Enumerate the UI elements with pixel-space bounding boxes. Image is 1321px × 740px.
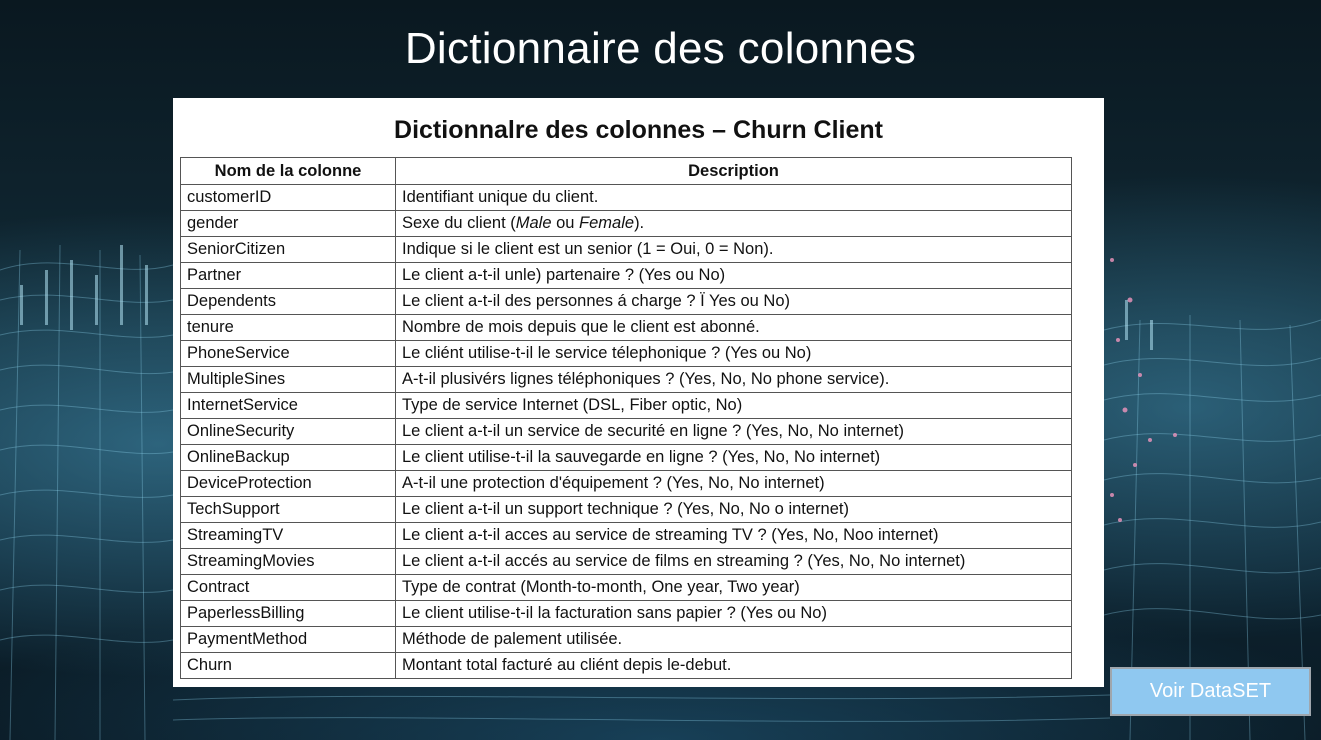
column-name-cell: PhoneService [180, 340, 396, 367]
table-row: OnlineBackup Le client utilise-t-il la s… [180, 444, 1072, 471]
column-name-cell: customerID [180, 184, 396, 211]
table-row: OnlineSecurity Le client a-t-il un servi… [180, 418, 1072, 445]
table-header-row: Nom de la colonne Description [180, 157, 1072, 185]
description-cell: Le client utilise-t-il la sauvegarde en … [395, 444, 1072, 471]
table-row: tenure Nombre de mois depuis que le clie… [180, 314, 1072, 341]
table-row: customerID Identifiant unique du client. [180, 184, 1072, 211]
table-row: PaperlessBilling Le client utilise-t-il … [180, 600, 1072, 627]
column-header-description: Description [395, 157, 1072, 185]
column-name-cell: Churn [180, 652, 396, 679]
column-name-cell: tenure [180, 314, 396, 341]
table-row: Partner Le client a-t-il unle) partenair… [180, 262, 1072, 289]
table-row: Churn Montant total facturé au cliént de… [180, 652, 1072, 679]
description-cell: Le client a-t-il accés au service de fil… [395, 548, 1072, 575]
column-name-cell: TechSupport [180, 496, 396, 523]
table-row: Contract Type de contrat (Month-to-month… [180, 574, 1072, 601]
description-cell: Type de service Internet (DSL, Fiber opt… [395, 392, 1072, 419]
description-cell: Le client a-t-il des personnes á charge … [395, 288, 1072, 315]
column-name-cell: gender [180, 210, 396, 237]
description-cell: Sexe du client (Male ou Female). [395, 210, 1072, 237]
description-italic-text: Female [579, 214, 635, 232]
column-name-cell: DeviceProtection [180, 470, 396, 497]
table-row: InternetService Type de service Internet… [180, 392, 1072, 419]
description-text: Sexe du client ( [402, 214, 516, 232]
table-row: StreamingMovies Le client a-t-il accés a… [180, 548, 1072, 575]
column-dictionary-card: Dictionnalre des colonnes – Churn Client… [173, 98, 1104, 687]
description-cell: Indique si le client est un senior (1 = … [395, 236, 1072, 263]
table-row: StreamingTV Le client a-t-il acces au se… [180, 522, 1072, 549]
column-name-cell: PaymentMethod [180, 626, 396, 653]
description-cell: A-t-il plusivérs lignes téléphoniques ? … [395, 366, 1072, 393]
page-title: Dictionnaire des colonnes [404, 24, 917, 73]
table-row: MultipleSines A-t-il plusivérs lignes té… [180, 366, 1072, 393]
column-name-cell: InternetService [180, 392, 396, 419]
description-cell: Le client a-t-il acces au service de str… [395, 522, 1072, 549]
description-cell: Montant total facturé au cliént depis le… [395, 652, 1072, 679]
description-cell: Le client a-t-il un support technique ? … [395, 496, 1072, 523]
description-text: ou [551, 214, 580, 232]
column-name-cell: Dependents [180, 288, 396, 315]
column-name-cell: SeniorCitizen [180, 236, 396, 263]
column-name-cell: StreamingTV [180, 522, 396, 549]
description-cell: Type de contrat (Month-to-month, One yea… [395, 574, 1072, 601]
table-row: DeviceProtection A-t-il une protection d… [180, 470, 1072, 497]
column-name-cell: OnlineBackup [180, 444, 396, 471]
column-name-cell: OnlineSecurity [180, 418, 396, 445]
column-header-name: Nom de la colonne [180, 157, 396, 185]
description-cell: A-t-il une protection d'équipement ? (Ye… [395, 470, 1072, 497]
table-row: Dependents Le client a-t-il des personne… [180, 288, 1072, 315]
table-row: gender Sexe du client (Male ou Female). [180, 210, 1072, 237]
column-dictionary-table: Nom de la colonne Description customerID… [180, 157, 1072, 679]
description-cell: Nombre de mois depuis que le client est … [395, 314, 1072, 341]
table-row: TechSupport Le client a-t-il un support … [180, 496, 1072, 523]
column-name-cell: MultipleSines [180, 366, 396, 393]
description-cell: Le client a-t-il unle) partenaire ? (Yes… [395, 262, 1072, 289]
description-text: ). [634, 214, 645, 232]
column-name-cell: PaperlessBilling [180, 600, 396, 627]
table-row: PaymentMethod Méthode de palement utilis… [180, 626, 1072, 653]
description-cell: Méthode de palement utilisée. [395, 626, 1072, 653]
voir-dataset-button[interactable]: Voir DataSET [1110, 667, 1311, 716]
column-name-cell: StreamingMovies [180, 548, 396, 575]
description-italic-text: Male [515, 214, 552, 232]
description-cell: Le client a-t-il un service de securité … [395, 418, 1072, 445]
table-row: PhoneService Le cliént utilise-t-il le s… [180, 340, 1072, 367]
description-cell: Identifiant unique du client. [395, 184, 1072, 211]
description-cell: Le cliént utilise-t-il le service téleph… [395, 340, 1072, 367]
table-row: SeniorCitizen Indique si le client est u… [180, 236, 1072, 263]
column-name-cell: Partner [180, 262, 396, 289]
card-title: Dictionnalre des colonnes – Churn Client [394, 116, 883, 144]
column-name-cell: Contract [180, 574, 396, 601]
description-cell: Le client utilise-t-il la facturation sa… [395, 600, 1072, 627]
